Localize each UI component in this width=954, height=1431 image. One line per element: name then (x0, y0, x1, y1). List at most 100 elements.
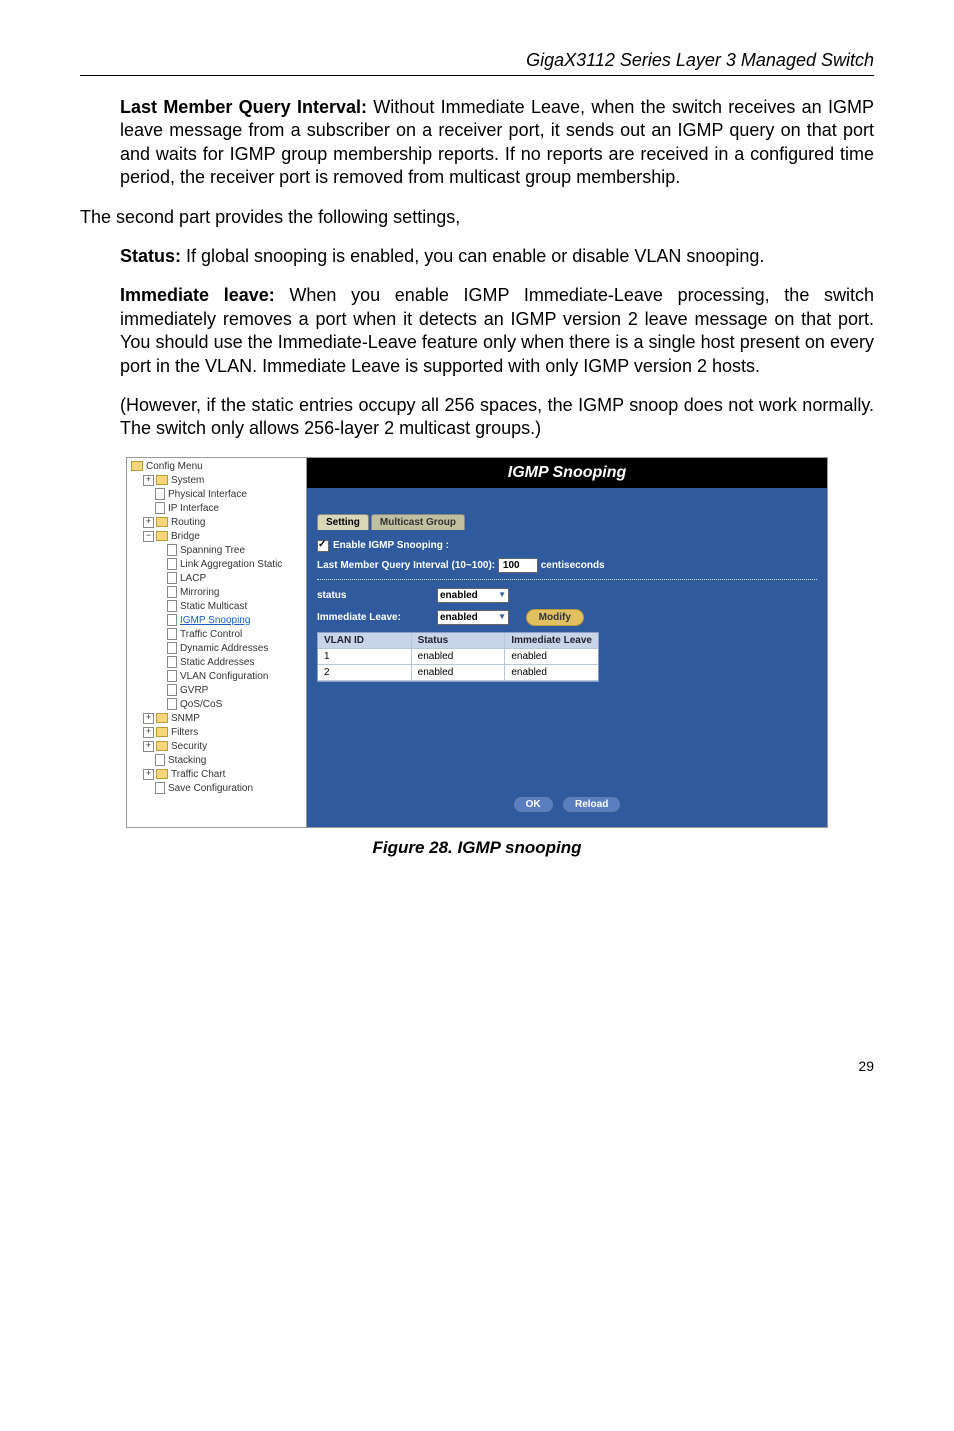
folder-icon (156, 517, 171, 528)
para-however: (However, if the static entries occupy a… (120, 394, 874, 441)
tree-folder[interactable]: + System (129, 474, 304, 488)
para-status: Status: If global snooping is enabled, y… (120, 245, 874, 268)
folder-icon (156, 713, 171, 724)
lastmember-label: Last Member Query Interval (10~100): (317, 560, 495, 571)
file-icon (167, 657, 180, 668)
immediate-leave-value: enabled (440, 612, 478, 623)
tree-toggle-icon[interactable]: + (143, 517, 154, 528)
figure-caption: Figure 28. IGMP snooping (80, 838, 874, 858)
tree-file[interactable]: IGMP Snooping (129, 614, 304, 628)
tree-item-label: Dynamic Addresses (180, 643, 268, 654)
cell-status: enabled (412, 649, 506, 665)
file-icon (167, 545, 180, 556)
table-header: VLAN ID Status Immediate Leave (318, 633, 598, 649)
tree-file[interactable]: Stacking (129, 754, 304, 768)
folder-icon (156, 531, 171, 542)
panel: IGMP Snooping Setting Multicast Group En… (307, 458, 827, 827)
th-status: Status (412, 633, 506, 649)
status-row: status enabled ▼ (317, 588, 817, 603)
cell-vlanid: 1 (318, 649, 412, 665)
vlan-table: VLAN ID Status Immediate Leave 1 enabled… (317, 632, 599, 682)
tree-folder[interactable]: + SNMP (129, 712, 304, 726)
tree-file[interactable]: Save Configuration (129, 782, 304, 796)
tree-file[interactable]: QoS/CoS (129, 698, 304, 712)
immediate-leave-select[interactable]: enabled ▼ (437, 610, 509, 625)
cell-immediate-leave: enabled (505, 665, 598, 681)
tree-file[interactable]: Dynamic Addresses (129, 642, 304, 656)
tab-setting[interactable]: Setting (317, 514, 369, 530)
page-header: GigaX3112 Series Layer 3 Managed Switch (80, 50, 874, 76)
tree-item-label: Routing (171, 517, 205, 528)
tree-item-label: SNMP (171, 713, 200, 724)
file-icon (167, 671, 180, 682)
tree-item-label: QoS/CoS (180, 699, 222, 710)
folder-icon (156, 769, 171, 780)
tree-item-label: System (171, 475, 204, 486)
tree-folder[interactable]: +Traffic Chart (129, 768, 304, 782)
tree-folder[interactable]: + Filters (129, 726, 304, 740)
tree-toggle-icon[interactable]: + (143, 769, 154, 780)
tree-file[interactable]: GVRP (129, 684, 304, 698)
tree-file[interactable]: Link Aggregation Static (129, 558, 304, 572)
status-value: enabled (440, 590, 478, 601)
file-icon (167, 615, 180, 626)
file-icon (167, 601, 180, 612)
tree-folder[interactable]: +Security (129, 740, 304, 754)
table-row[interactable]: 2 enabled enabled (318, 665, 598, 681)
lastmember-row: Last Member Query Interval (10~100): 100… (317, 558, 817, 573)
tree-file[interactable]: IP Interface (129, 502, 304, 516)
folder-icon (156, 475, 171, 486)
file-icon (155, 489, 168, 500)
tree-file[interactable]: Traffic Control (129, 628, 304, 642)
tree-toggle-icon[interactable]: − (143, 531, 154, 542)
cell-immediate-leave: enabled (505, 649, 598, 665)
last-member-bold: Last Member Query Interval: (120, 97, 367, 117)
tree-item-label: Static Addresses (180, 657, 254, 668)
tree-file[interactable]: Physical Interface (129, 488, 304, 502)
tree-toggle-icon[interactable]: + (143, 727, 154, 738)
tree-file[interactable]: Mirroring (129, 586, 304, 600)
status-bold: Status: (120, 246, 181, 266)
divider (317, 579, 817, 580)
file-icon (167, 587, 180, 598)
para-last-member: Last Member Query Interval: Without Imme… (120, 96, 874, 190)
tree-toggle-icon[interactable]: + (143, 475, 154, 486)
file-icon (167, 699, 180, 710)
tree-item-label: Link Aggregation Static (180, 559, 282, 570)
tree-item-label: Static Multicast (180, 601, 247, 612)
file-icon (167, 685, 180, 696)
immediate-leave-bold: Immediate leave: (120, 285, 275, 305)
table-row[interactable]: 1 enabled enabled (318, 649, 598, 665)
immediate-leave-row: Immediate Leave: enabled ▼ Modify (317, 609, 817, 626)
tree-folder[interactable]: − Bridge (129, 530, 304, 544)
tree-item-label: Filters (171, 727, 198, 738)
ok-button[interactable]: OK (513, 796, 554, 813)
tab-multicast-group[interactable]: Multicast Group (371, 514, 465, 530)
tree-item-label: Mirroring (180, 587, 219, 598)
tree-folder[interactable]: + Routing (129, 516, 304, 530)
tree-item-label: Bridge (171, 531, 200, 542)
tree-folder[interactable]: Config Menu (129, 460, 304, 474)
tree-file[interactable]: VLAN Configuration (129, 670, 304, 684)
file-icon (167, 573, 180, 584)
reload-button[interactable]: Reload (562, 796, 621, 813)
tree-item-label: IP Interface (168, 503, 219, 514)
panel-title: IGMP Snooping (307, 458, 827, 488)
file-icon (155, 755, 168, 766)
file-icon (167, 629, 180, 640)
status-select[interactable]: enabled ▼ (437, 588, 509, 603)
tree-file[interactable]: LACP (129, 572, 304, 586)
tree-toggle-icon[interactable]: + (143, 713, 154, 724)
tree-file[interactable]: Static Multicast (129, 600, 304, 614)
lastmember-input[interactable]: 100 (498, 558, 538, 573)
folder-icon (156, 741, 171, 752)
tree-item-label: GVRP (180, 685, 208, 696)
cell-vlanid: 2 (318, 665, 412, 681)
para-second-part: The second part provides the following s… (80, 206, 874, 229)
enable-checkbox[interactable] (317, 540, 329, 552)
folder-icon (156, 727, 171, 738)
tree-file[interactable]: Static Addresses (129, 656, 304, 670)
tree-file[interactable]: Spanning Tree (129, 544, 304, 558)
modify-button[interactable]: Modify (526, 609, 584, 626)
tree-toggle-icon[interactable]: + (143, 741, 154, 752)
